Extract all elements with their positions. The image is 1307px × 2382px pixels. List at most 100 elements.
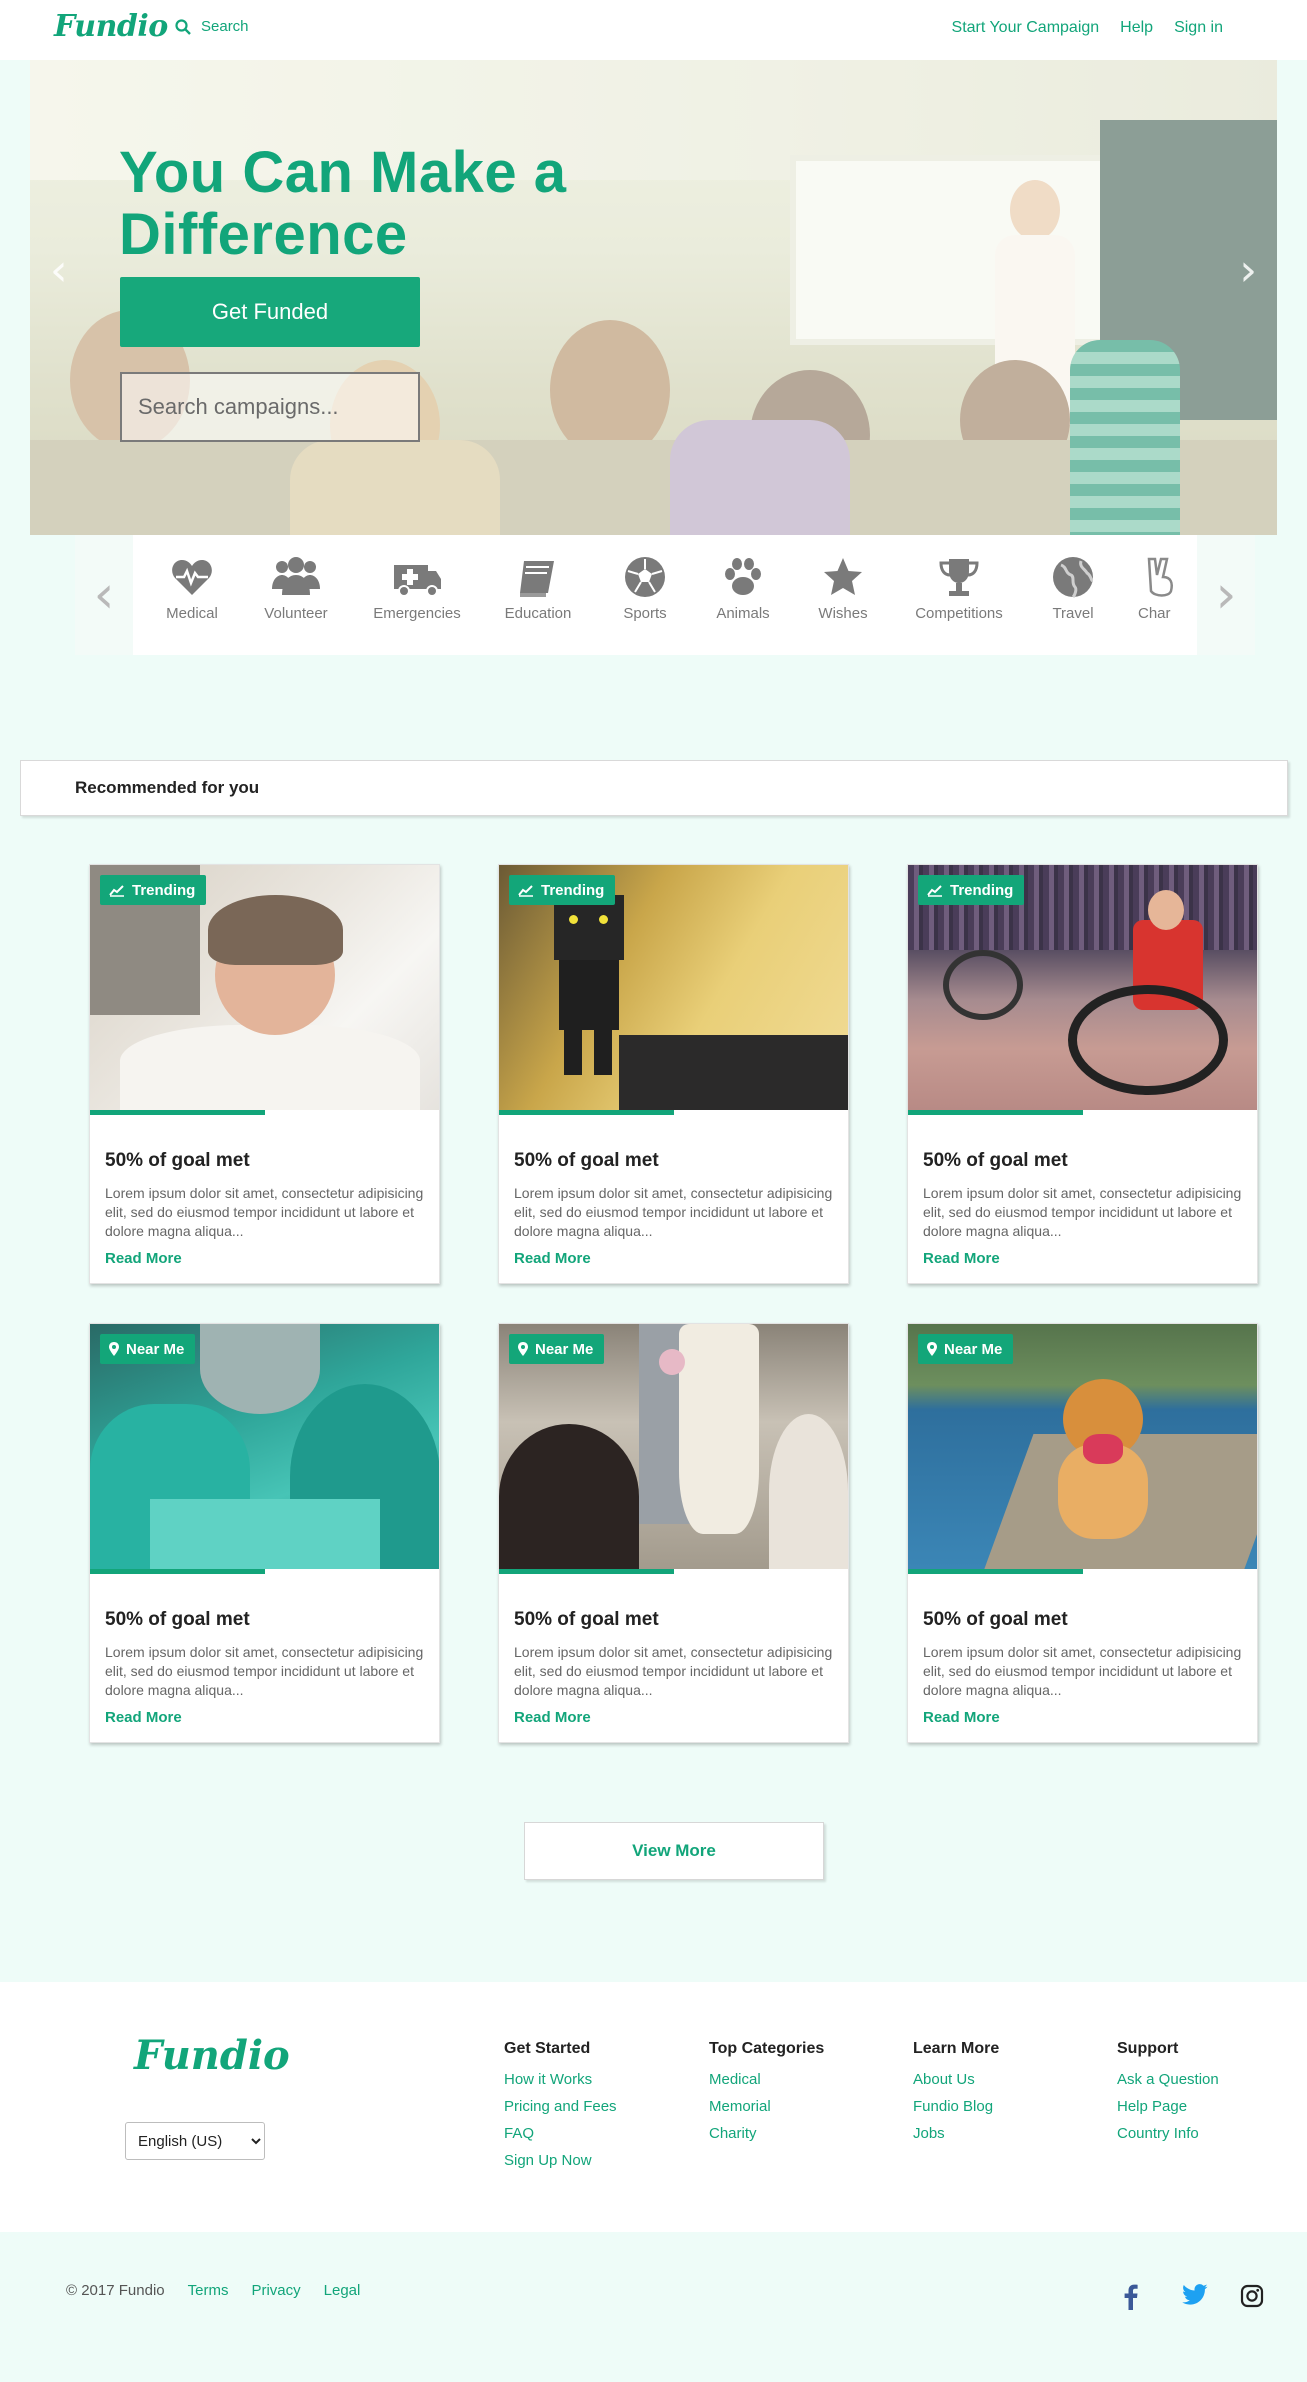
category-label: Emergencies [373,605,461,622]
category-label: Competitions [915,605,1003,622]
legal-link[interactable]: Legal [324,2282,361,2299]
hero-title: You Can Make a Difference [119,140,567,267]
hero-prev-arrow[interactable]: ‹ [50,245,68,296]
nav-search-label: Search [201,18,249,35]
goal-status: 50% of goal met [105,1150,250,1171]
book-icon [520,561,554,597]
footer-logo[interactable]: Fundio [134,2032,290,2079]
category-label: Volunteer [264,605,328,622]
category-education[interactable]: Education [498,555,578,622]
footer-link[interactable]: Pricing and Fees [504,2098,617,2115]
footer-link[interactable]: Country Info [1117,2125,1219,2142]
footer-link[interactable]: Help Page [1117,2098,1219,2115]
help-link[interactable]: Help [1120,19,1153,37]
campaign-description: Lorem ipsum dolor sit amet, consectetur … [923,1185,1242,1239]
campaign-search-input[interactable] [120,372,420,442]
category-prev-arrow[interactable]: ‹ [75,535,133,655]
footer-link[interactable]: Ask a Question [1117,2071,1219,2088]
map-pin-icon [927,1342,937,1356]
goal-progress-fill [499,1110,674,1115]
twitter-icon[interactable] [1182,2284,1208,2306]
campaign-card[interactable]: Near Me 50% of goal met Lorem ipsum dolo… [907,1323,1258,1743]
campaign-image-part [1083,1434,1123,1464]
terms-link[interactable]: Terms [188,2282,229,2299]
language-select[interactable]: English (US) [125,2122,265,2160]
trending-badge: Trending [918,875,1025,905]
fundio-logo[interactable]: Fundio [54,9,168,44]
category-wishes[interactable]: Wishes [808,555,878,622]
footer: Fundio English (US) Get Started How it W… [0,1982,1307,2232]
campaign-card[interactable]: Trending 50% of goal met Lorem ipsum dol… [907,864,1258,1284]
footer-link[interactable]: How it Works [504,2071,617,2088]
get-funded-button[interactable]: Get Funded [120,277,420,347]
category-label: Char [1138,605,1171,622]
nav-links: Start Your Campaign Help Sign in [952,19,1223,37]
paw-icon [725,558,761,595]
category-sports[interactable]: Sports [610,555,680,622]
footer-link[interactable]: About Us [913,2071,999,2088]
campaign-image-part [1068,985,1228,1095]
category-volunteer[interactable]: Volunteer [256,555,336,622]
read-more-link[interactable]: Read More [105,1250,182,1267]
footer-link[interactable]: Sign Up Now [504,2152,617,2169]
footer-link[interactable]: Medical [709,2071,824,2088]
trend-chart-icon [518,885,533,897]
read-more-link[interactable]: Read More [923,1709,1000,1726]
start-campaign-link[interactable]: Start Your Campaign [952,19,1100,37]
privacy-link[interactable]: Privacy [251,2282,300,2299]
category-competitions[interactable]: Competitions [909,555,1009,622]
campaign-image-part [208,895,343,965]
goal-progress-bar [90,1110,439,1115]
goal-status: 50% of goal met [105,1609,250,1630]
campaign-description: Lorem ipsum dolor sit amet, consectetur … [105,1185,424,1239]
footer-link[interactable]: Charity [709,2125,824,2142]
campaign-card[interactable]: Trending 50% of goal met Lorem ipsum dol… [89,864,440,1284]
footer-column-learn-more: Learn More About Us Fundio Blog Jobs [913,2040,999,2152]
category-medical[interactable]: Medical [157,555,227,622]
campaign-description: Lorem ipsum dolor sit amet, consectetur … [923,1644,1242,1698]
trophy-icon [939,559,979,596]
read-more-link[interactable]: Read More [514,1250,591,1267]
goal-status: 50% of goal met [514,1609,659,1630]
footer-link[interactable]: Jobs [913,2125,999,2142]
view-more-button[interactable]: View More [524,1822,824,1880]
category-travel[interactable]: Travel [1038,555,1108,622]
campaign-image-part [1148,890,1184,930]
campaign-card[interactable]: Trending 50% of goal met Lorem ipsum dol… [498,864,849,1284]
instagram-icon[interactable] [1240,2284,1264,2308]
campaign-image-part [564,1030,582,1075]
sign-in-link[interactable]: Sign in [1174,19,1223,37]
goal-progress-fill [90,1110,265,1115]
goal-progress-bar [90,1569,439,1574]
hero-carousel: ‹ › You Can Make a Difference Get Funded [30,60,1277,535]
read-more-link[interactable]: Read More [514,1709,591,1726]
read-more-link[interactable]: Read More [105,1709,182,1726]
bottom-bar: © 2017 Fundio Terms Privacy Legal [0,2232,1307,2382]
map-pin-icon [109,1342,119,1356]
category-animals[interactable]: Animals [708,555,778,622]
category-label: Medical [166,605,218,622]
footer-link[interactable]: Fundio Blog [913,2098,999,2115]
badge-label: Trending [132,881,196,899]
footer-link[interactable]: FAQ [504,2125,617,2142]
copyright: © 2017 Fundio [66,2282,165,2299]
category-emergencies[interactable]: Emergencies [367,555,467,622]
category-charity[interactable]: Char [1138,555,1188,622]
near-me-badge: Near Me [100,1334,196,1364]
nav-search-button[interactable]: Search [175,18,249,35]
hero-next-arrow[interactable]: › [1239,245,1257,296]
facebook-icon[interactable] [1124,2284,1138,2310]
trending-badge: Trending [509,875,616,905]
campaign-card[interactable]: Near Me 50% of goal met Lorem ipsum dolo… [498,1323,849,1743]
goal-progress-fill [908,1110,1083,1115]
campaign-description: Lorem ipsum dolor sit amet, consectetur … [105,1644,424,1698]
category-next-arrow[interactable]: › [1197,535,1255,655]
category-label: Sports [623,605,667,622]
heartbeat-icon [172,560,212,595]
trend-chart-icon [927,885,942,897]
read-more-link[interactable]: Read More [923,1250,1000,1267]
campaign-card[interactable]: Near Me 50% of goal met Lorem ipsum dolo… [89,1323,440,1743]
campaign-image-part [769,1414,848,1569]
footer-link[interactable]: Memorial [709,2098,824,2115]
goal-progress-bar [908,1110,1257,1115]
